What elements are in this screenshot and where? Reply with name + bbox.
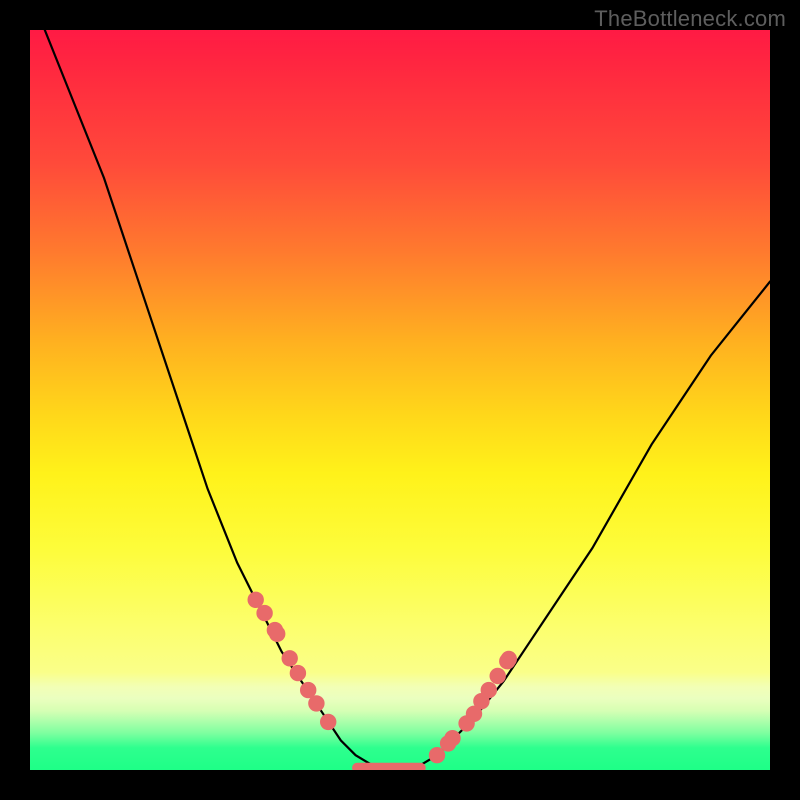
data-point [320,714,336,730]
data-point [290,665,306,681]
bottleneck-curve [45,30,770,768]
data-point [308,695,324,711]
data-point [490,668,506,684]
chart-frame: TheBottleneck.com [0,0,800,800]
data-point [256,605,272,621]
watermark-text: TheBottleneck.com [594,6,786,32]
plot-area [30,30,770,770]
data-point [501,651,517,667]
data-point [444,730,460,746]
data-point [282,650,298,666]
data-point [481,682,497,698]
curve-svg [30,30,770,770]
data-point [269,626,285,642]
left-dot-cluster [248,592,337,731]
right-dot-cluster [429,651,517,764]
